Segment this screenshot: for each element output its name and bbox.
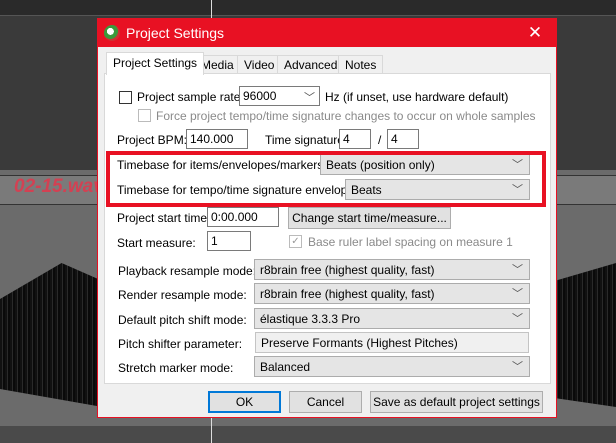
project-settings-dialog: Project Settings ✕ Project Settings Medi… bbox=[97, 18, 557, 418]
tab-notes[interactable]: Notes bbox=[338, 55, 384, 74]
timeline-ruler[interactable] bbox=[0, 0, 616, 16]
bpm-input[interactable]: 140.000 bbox=[186, 129, 248, 149]
start-measure-label: Start measure: bbox=[117, 236, 196, 250]
time-sig-numerator-input[interactable]: 4 bbox=[339, 129, 371, 149]
sample-rate-label: Project sample rate: bbox=[137, 90, 244, 104]
time-signature-label: Time signature bbox=[265, 133, 344, 147]
time-sig-denominator-input[interactable]: 4 bbox=[387, 129, 419, 149]
tab-advanced[interactable]: Advanced bbox=[277, 55, 345, 74]
chevron-down-icon: ﹀ bbox=[512, 313, 523, 325]
stretch-marker-select[interactable]: Balanced ﹀ bbox=[254, 356, 530, 377]
chevron-down-icon: ﹀ bbox=[304, 92, 315, 104]
dialog-title: Project Settings bbox=[126, 25, 225, 41]
tab-video[interactable]: Video bbox=[237, 55, 282, 74]
tab-panel: Project sample rate: 96000 ﹀ Hz (if unset… bbox=[104, 73, 551, 384]
title-bar[interactable]: Project Settings ✕ bbox=[98, 19, 556, 47]
pitch-param-select[interactable]: Preserve Formants (Highest Pitches) bbox=[255, 332, 529, 353]
force-tempo-label: Force project tempo/time signature chang… bbox=[156, 109, 536, 123]
reaper-logo-icon bbox=[104, 25, 120, 41]
base-ruler-checkbox[interactable]: ✓ bbox=[289, 235, 302, 248]
base-ruler-label: Base ruler label spacing on measure 1 bbox=[308, 235, 513, 249]
cancel-button[interactable]: Cancel bbox=[289, 391, 362, 413]
start-time-input[interactable]: 0:00.000 bbox=[207, 207, 279, 227]
ok-button[interactable]: OK bbox=[208, 391, 281, 413]
start-time-label: Project start time: bbox=[117, 211, 211, 225]
chevron-down-icon: ﹀ bbox=[512, 361, 523, 373]
playback-resample-label: Playback resample mode: bbox=[118, 264, 257, 278]
sample-rate-combo[interactable]: 96000 ﹀ bbox=[239, 86, 320, 106]
pitch-shift-label: Default pitch shift mode: bbox=[118, 313, 247, 327]
stretch-marker-label: Stretch marker mode: bbox=[118, 361, 234, 375]
tab-project-settings[interactable]: Project Settings bbox=[106, 52, 205, 75]
stretch-marker-value: Balanced bbox=[260, 360, 311, 374]
pitch-param-label: Pitch shifter parameter: bbox=[118, 337, 243, 351]
chevron-down-icon: ﹀ bbox=[512, 264, 523, 276]
playback-resample-value: r8brain free (highest quality, fast) bbox=[260, 263, 435, 277]
render-resample-value: r8brain free (highest quality, fast) bbox=[260, 287, 435, 301]
start-measure-input[interactable]: 1 bbox=[207, 231, 251, 251]
change-start-time-button[interactable]: Change start time/measure... bbox=[288, 207, 451, 229]
arrange-bottom bbox=[0, 426, 616, 443]
close-button[interactable]: ✕ bbox=[520, 21, 550, 45]
sample-rate-checkbox[interactable] bbox=[119, 91, 132, 104]
media-item-name: 02-15.wav bbox=[14, 176, 104, 197]
sample-rate-hint: Hz (if unset, use hardware default) bbox=[325, 90, 509, 104]
sample-rate-value: 96000 bbox=[243, 89, 277, 103]
bpm-label: Project BPM: bbox=[117, 133, 188, 147]
pitch-shift-select[interactable]: élastique 3.3.3 Pro ﹀ bbox=[254, 308, 530, 329]
render-resample-select[interactable]: r8brain free (highest quality, fast) ﹀ bbox=[254, 283, 530, 304]
chevron-down-icon: ﹀ bbox=[512, 288, 523, 300]
timebase-highlight-box bbox=[106, 151, 546, 207]
render-resample-label: Render resample mode: bbox=[118, 288, 247, 302]
pitch-shift-value: élastique 3.3.3 Pro bbox=[260, 312, 361, 326]
time-sig-slash: / bbox=[378, 133, 382, 147]
playback-resample-select[interactable]: r8brain free (highest quality, fast) ﹀ bbox=[254, 259, 530, 280]
save-default-button[interactable]: Save as default project settings bbox=[370, 391, 543, 413]
force-tempo-checkbox[interactable] bbox=[138, 109, 151, 122]
